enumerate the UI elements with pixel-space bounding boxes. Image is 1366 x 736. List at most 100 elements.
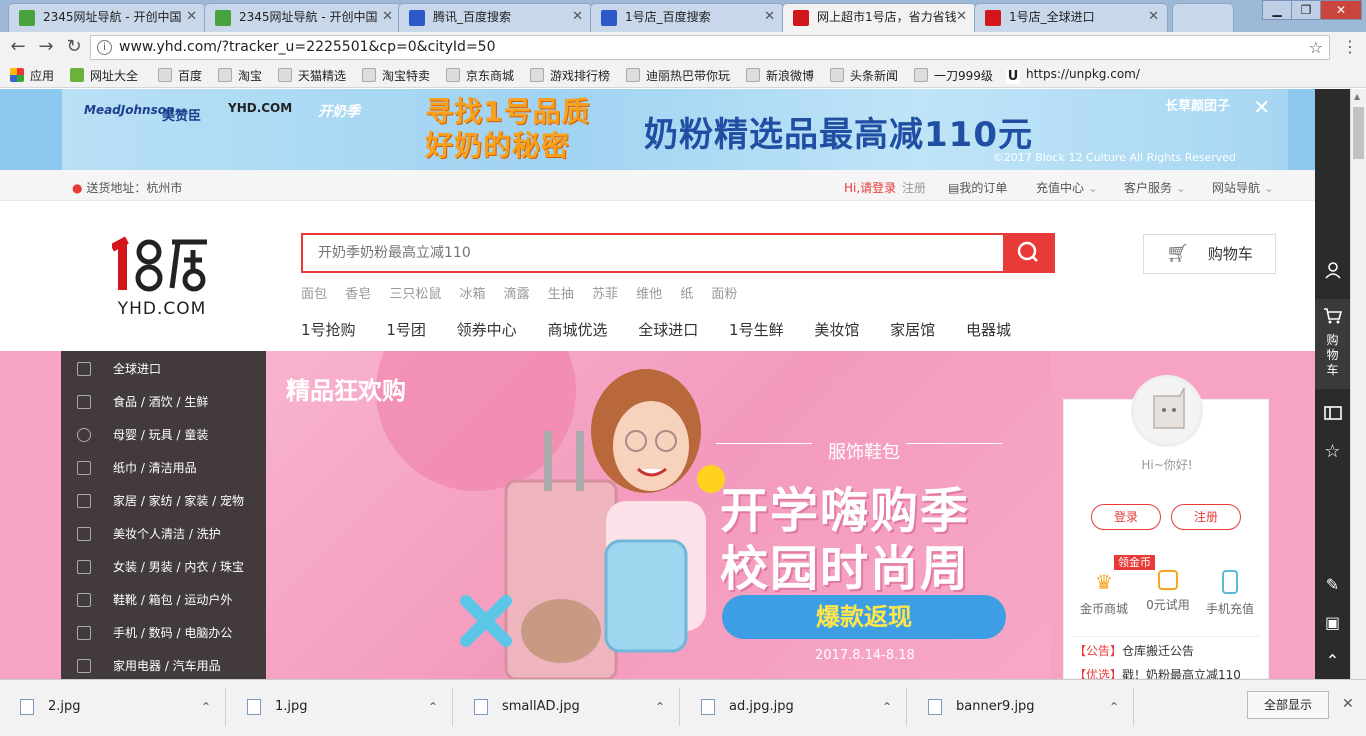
download-item[interactable]: 1.jpg ⌃ [227,688,453,726]
tab-close-icon[interactable]: ✕ [572,4,583,30]
scroll-up-icon[interactable]: ▲ [1354,92,1360,101]
hero-cta-button[interactable]: 爆款返现 [722,595,1006,639]
hotword-link[interactable]: 冰箱 [459,287,485,302]
hotword-link[interactable]: 纸 [680,287,693,302]
bookmark-star-icon[interactable]: ☆ [1309,36,1323,59]
show-all-downloads-button[interactable]: 全部显示 [1247,691,1329,719]
login-button[interactable]: 登录 [1091,504,1161,530]
category-item[interactable]: 全球进口 [61,353,266,386]
notice-item[interactable]: 【优选】戳！奶粉最高立减110 [1074,666,1241,679]
bookmark-item[interactable]: 百度 [158,67,202,84]
address-bar[interactable]: i www.yhd.com/?tracker_u=2225501&cp=0&ci… [90,35,1330,60]
window-close-icon[interactable]: ✕ [1320,0,1362,20]
recharge-center-menu[interactable]: 充值中心 ⌄ [1036,179,1098,196]
tab-close-icon[interactable]: ✕ [764,4,775,30]
edit-pencil-icon[interactable]: ✎ [1315,575,1350,594]
hotword-link[interactable]: 维他 [636,287,662,302]
site-navigation-menu[interactable]: 网站导航 ⌄ [1212,179,1274,196]
banner-close-icon[interactable]: ✕ [1253,95,1270,119]
close-download-shelf-icon[interactable]: ✕ [1342,696,1354,712]
bookmark-item[interactable]: 天猫精选 [278,67,346,84]
download-item[interactable]: ad.jpg.jpg ⌃ [681,688,907,726]
scrollbar-thumb[interactable] [1353,107,1364,159]
browser-tab[interactable]: 2345网址导航 - 开创中国 ✕ [204,3,402,32]
bookmark-item[interactable]: 网址大全 [70,67,138,84]
hotword-link[interactable]: 苏菲 [592,287,618,302]
tab-close-icon[interactable]: ✕ [1148,4,1159,30]
coupon-icon[interactable] [1315,405,1350,425]
nav-item[interactable]: 商城优选 [547,321,607,339]
hotword-link[interactable]: 香皂 [345,287,371,302]
qr-code-icon[interactable]: ▣ [1315,613,1350,632]
nav-item[interactable]: 电器城 [966,321,1011,339]
back-to-top-icon[interactable]: ⌃ [1315,651,1350,670]
bookmark-item[interactable]: 迪丽热巴带你玩 [626,67,730,84]
yhd-logo[interactable]: YHD.COM [110,236,212,326]
tab-close-icon[interactable]: ✕ [956,4,967,30]
bookmark-item[interactable]: 头条新闻 [830,67,898,84]
search-button[interactable] [1003,235,1053,271]
my-orders-link[interactable]: ▤我的订单 [948,179,1007,196]
download-item[interactable]: 2.jpg ⌃ [0,688,226,726]
back-arrow-icon[interactable]: ← [6,36,30,57]
nav-item[interactable]: 1号团 [386,321,426,339]
maximize-icon[interactable]: ❐ [1291,0,1321,20]
category-item[interactable]: 食品 / 酒饮 / 生鲜 [61,386,266,419]
category-item[interactable]: 纸巾 / 清洁用品 [61,452,266,485]
browser-tab[interactable]: 1号店_百度搜索 ✕ [590,3,784,32]
forward-arrow-icon[interactable]: → [34,36,58,57]
new-tab-button[interactable] [1172,3,1234,32]
bookmark-item[interactable]: 游戏排行榜 [530,67,610,84]
hero-banner[interactable]: 精品狂欢购 服饰鞋包 开学嗨购季 校园时尚周 爆款返现 2017.8.14-8.… [266,351,1050,679]
category-item[interactable]: 鞋靴 / 箱包 / 运动户外 [61,584,266,617]
sidebar-cart[interactable]: 购物车 [1315,299,1350,389]
browser-tab[interactable]: 2345网址导航 - 开创中国 ✕ [8,3,206,32]
download-item[interactable]: banner9.jpg ⌃ [908,688,1134,726]
bookmark-item[interactable]: 淘宝 [218,67,262,84]
bookmark-item[interactable]: 新浪微博 [746,67,814,84]
nav-item[interactable]: 全球进口 [638,321,698,339]
tab-close-icon[interactable]: ✕ [186,4,197,30]
user-icon[interactable] [1315,261,1350,283]
category-item[interactable]: 手机 / 数码 / 电脑办公 [61,617,266,650]
hotword-link[interactable]: 三只松鼠 [389,287,441,302]
top-ad-banner[interactable]: MeadJohnson 美赞臣 YHD.COM 开奶季 寻找1号品质 好奶的秘密… [0,89,1350,170]
site-info-icon[interactable]: i [97,40,112,55]
category-item[interactable]: 家居 / 家纺 / 家装 / 宠物 [61,485,266,518]
browser-menu-icon[interactable]: ⋮ [1342,37,1358,56]
favorite-star-icon[interactable]: ☆ [1315,441,1350,462]
search-input[interactable] [303,235,1003,271]
register-button[interactable]: 注册 [1171,504,1241,530]
nav-item[interactable]: 1号生鲜 [729,321,784,339]
hotword-link[interactable]: 面粉 [711,287,737,302]
hotword-link[interactable]: 生抽 [548,287,574,302]
category-item[interactable]: 家用电器 / 汽车用品 [61,650,266,679]
bookmark-item[interactable]: 京东商城 [446,67,514,84]
delivery-location[interactable]: ● 送货地址：杭州市 [72,179,182,196]
login-link[interactable]: Hi,请登录 [844,179,896,196]
browser-tab[interactable]: 1号店_全球进口 ✕ [974,3,1168,32]
minimize-icon[interactable]: ▁ [1262,0,1292,20]
customer-service-menu[interactable]: 客户服务 ⌄ [1124,179,1186,196]
coin-mall-link[interactable]: ♛ 金币商城 [1070,570,1138,617]
hotword-link[interactable]: 滴露 [504,287,530,302]
browser-tab-active[interactable]: 网上超市1号店，省力省钱 ✕ [782,3,976,32]
bookmark-item[interactable]: Uhttps://unpkg.com/ [1006,67,1140,84]
browser-tab[interactable]: 腾讯_百度搜索 ✕ [398,3,592,32]
download-item[interactable]: smallAD.jpg ⌃ [454,688,680,726]
cart-button[interactable]: 🛒︎ 购物车 [1143,234,1276,274]
hotword-link[interactable]: 面包 [301,287,327,302]
mobile-recharge-link[interactable]: 手机充值 [1196,570,1264,617]
chevron-up-icon[interactable]: ⌃ [201,688,211,726]
chevron-up-icon[interactable]: ⌃ [1109,688,1119,726]
category-item[interactable]: 女装 / 男装 / 内衣 / 珠宝 [61,551,266,584]
bookmark-apps[interactable]: 应用 [10,67,54,84]
category-item[interactable]: 美妆个人清洁 / 洗护 [61,518,266,551]
nav-item[interactable]: 家居馆 [890,321,935,339]
notice-item[interactable]: 【公告】仓库搬迁公告 [1074,642,1194,659]
page-scrollbar[interactable]: ▲ [1350,89,1366,679]
reload-icon[interactable]: ↻ [62,36,86,57]
register-link[interactable]: 注册 [902,179,926,196]
nav-item[interactable]: 领券中心 [457,321,517,339]
chevron-up-icon[interactable]: ⌃ [428,688,438,726]
